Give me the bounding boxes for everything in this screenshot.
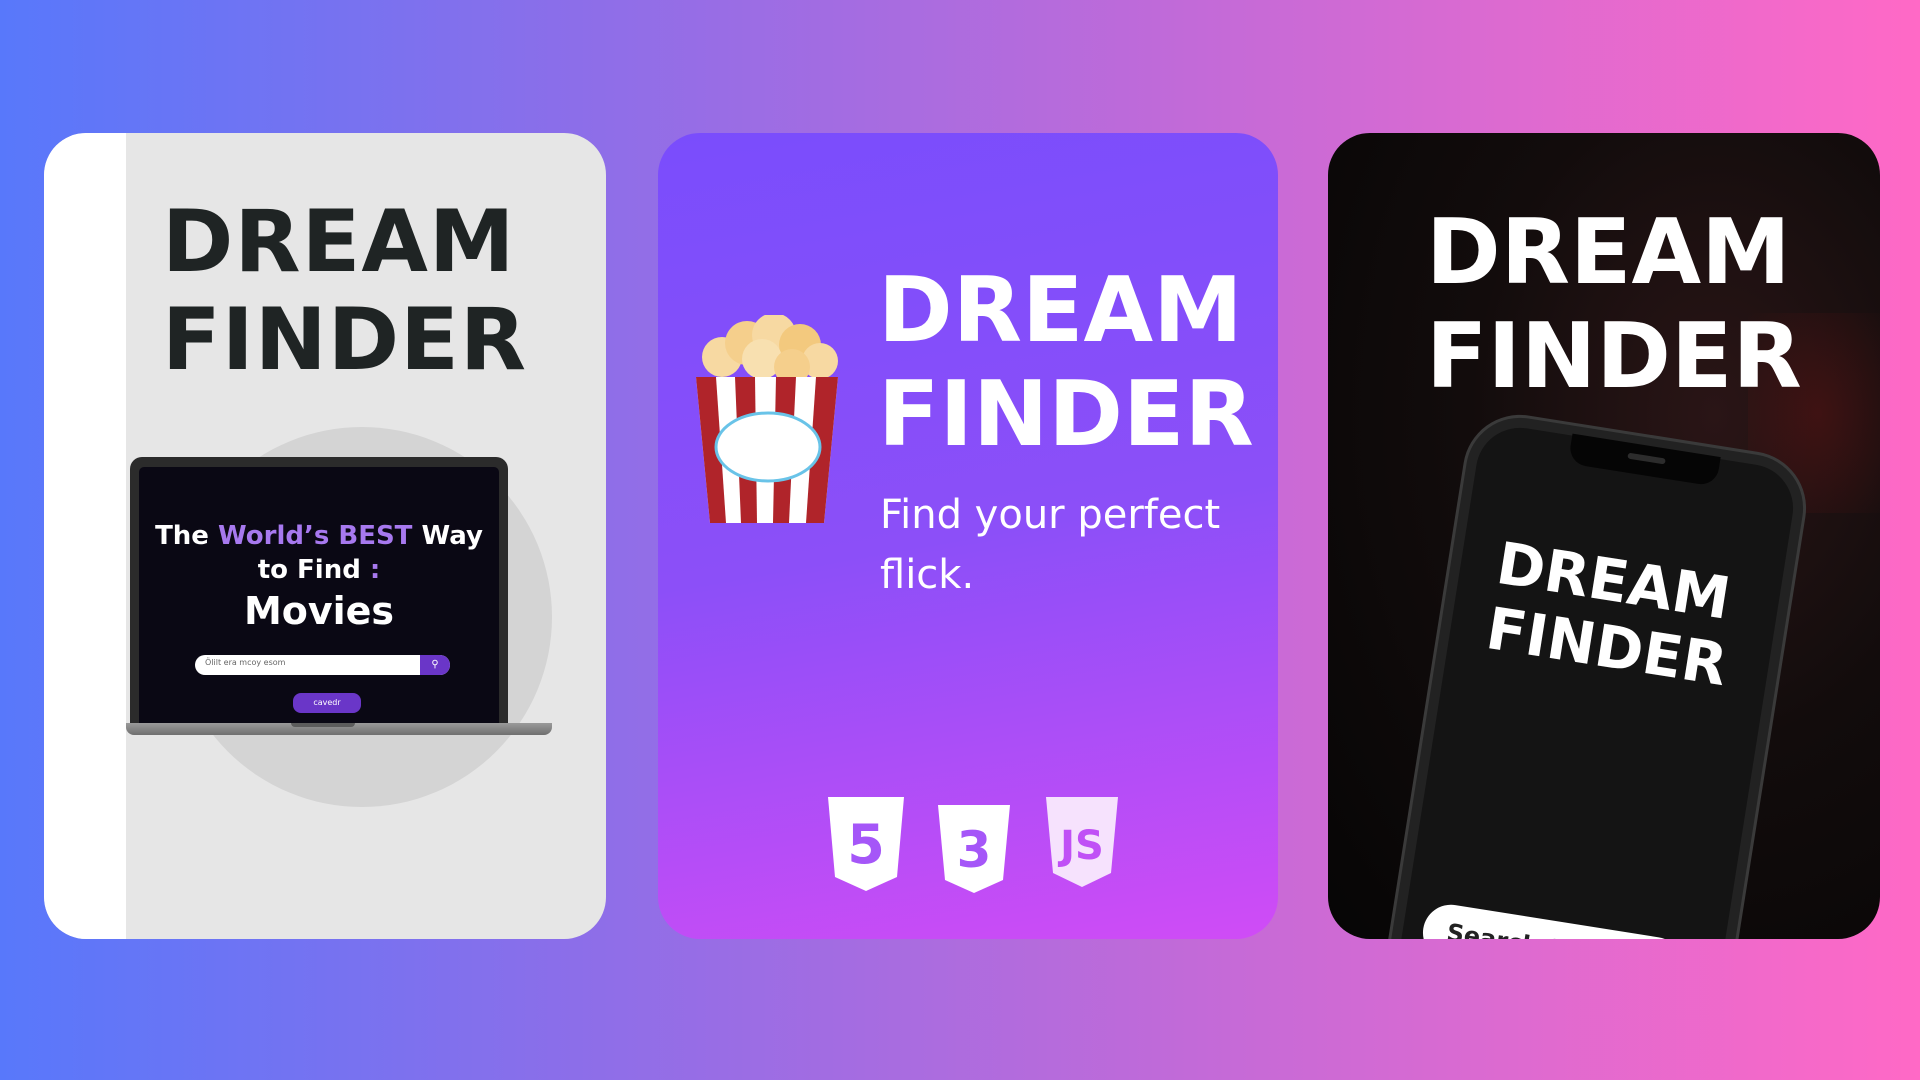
laptop-headline: The World’s BEST Way to Find : Movies [139, 519, 499, 635]
title-line-2: FINDER [162, 290, 528, 390]
light-theme-card: DREAM FINDER The World’s BEST Way to Fin… [44, 133, 606, 939]
title-line-2: FINDER [878, 362, 1254, 467]
tagline: Find your perfect flick. [880, 492, 1221, 598]
search-icon[interactable]: ⚲ [420, 655, 450, 675]
headline-accent: World’s BEST [218, 521, 413, 551]
laptop-search-placeholder: Ölilt era mcoy esom [205, 658, 286, 667]
laptop-search-input[interactable]: Ölilt era mcoy esom ⚲ [195, 655, 450, 675]
purple-theme-card: DREAM FINDER Find your perfect flick. 5 … [658, 133, 1278, 939]
laptop-hinge-notch [291, 723, 355, 727]
card-title: DREAM FINDER [162, 193, 527, 389]
laptop-search-button[interactable]: cavedr [293, 693, 361, 713]
headline-line-2: to Find [257, 555, 361, 585]
svg-text:3: 3 [957, 821, 992, 879]
css3-icon: 3 [938, 805, 1010, 893]
svg-text:5: 5 [847, 813, 885, 876]
laptop-screen: The World’s BEST Way to Find : Movies Öl… [130, 457, 508, 725]
title-line-1: DREAM [162, 192, 516, 292]
card-left-strip [44, 133, 126, 939]
popcorn-icon [696, 315, 838, 523]
card-title: DREAM FINDER [878, 259, 1254, 467]
title-line-1: DREAM [878, 258, 1243, 363]
phone-search-input[interactable]: Search for movies... [1418, 900, 1718, 939]
headline-colon: : [369, 555, 381, 585]
card-title: DREAM FINDER [1426, 201, 1802, 409]
dark-theme-card: DREAM FINDER DREAM FINDER Search for mov… [1328, 133, 1880, 939]
javascript-icon: JS [1046, 797, 1118, 887]
headline-the: The [155, 521, 209, 551]
phone-title: DREAM FINDER [1482, 529, 1742, 699]
phone-mockup: DREAM FINDER Search for movies... [1381, 410, 1811, 939]
title-line-2: FINDER [1426, 304, 1802, 409]
html5-icon: 5 [828, 797, 904, 891]
headline-way: Way [421, 521, 483, 551]
laptop-display: The World’s BEST Way to Find : Movies Öl… [139, 467, 499, 725]
headline-movies: Movies [243, 589, 395, 633]
svg-text:JS: JS [1057, 823, 1104, 869]
title-line-1: DREAM [1426, 200, 1791, 305]
